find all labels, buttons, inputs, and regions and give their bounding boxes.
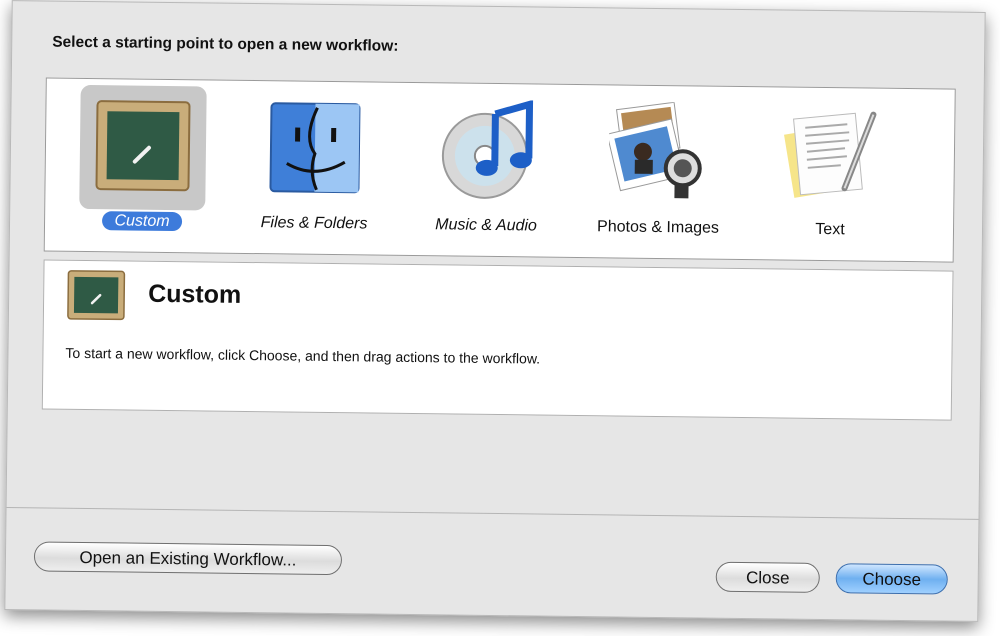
template-description-panel: Custom To start a new workflow, click Ch… [41, 259, 954, 421]
footer-divider [6, 507, 979, 520]
itunes-icon [423, 89, 551, 215]
template-item-text[interactable]: Text [745, 87, 917, 261]
textedit-icon [767, 93, 895, 219]
template-item-files-folders[interactable]: Files & Folders [229, 81, 401, 255]
template-label: Music & Audio [435, 216, 537, 235]
dialog-prompt: Select a starting point to open a new wo… [52, 33, 399, 55]
iphoto-icon [595, 91, 723, 217]
template-label: Files & Folders [260, 214, 368, 233]
template-label: Custom [102, 211, 182, 232]
template-item-music-audio[interactable]: Music & Audio [401, 83, 573, 257]
description-text: To start a new workflow, click Choose, a… [65, 344, 541, 367]
template-label: Photos & Images [597, 218, 720, 237]
template-item-photos-images[interactable]: Photos & Images [573, 85, 745, 259]
description-title: Custom [148, 279, 242, 309]
template-label: Text [815, 220, 845, 239]
template-item-custom[interactable]: Custom [57, 79, 229, 253]
template-picker: Custom Files & Folders Music & Audio Pho… [43, 77, 956, 263]
chalkboard-icon [79, 84, 207, 211]
workflow-chooser-dialog: Select a starting point to open a new wo… [4, 0, 986, 622]
choose-button[interactable]: Choose [835, 563, 948, 595]
open-existing-workflow-button[interactable]: Open an Existing Workflow... [33, 541, 343, 576]
chalkboard-icon [66, 269, 127, 322]
close-button[interactable]: Close [715, 561, 820, 593]
finder-icon [251, 87, 379, 213]
